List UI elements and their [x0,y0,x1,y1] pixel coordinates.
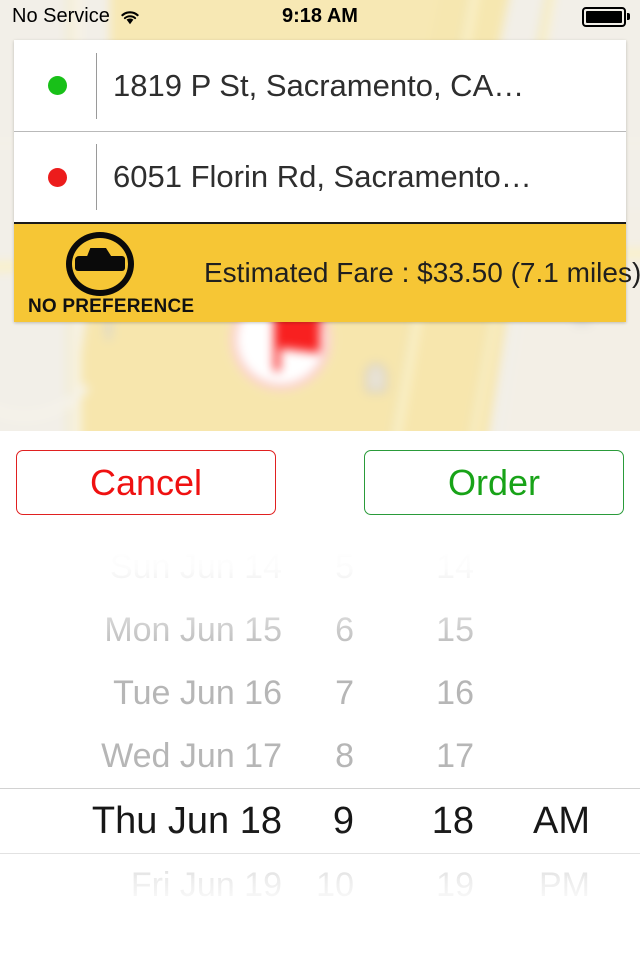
battery-full-icon [582,6,630,27]
red-dot-icon [48,167,67,187]
picker-row[interactable]: Sun Jun 14 5 14 [0,544,640,599]
picker-rows[interactable]: Sun Jun 14 5 14 Mon Jun 15 6 15 Tue Jun 16 7 16 W… [0,544,640,960]
picker-date-value: Sun Jun 14 [109,548,282,586]
cancel-button[interactable]: Cancel [16,450,276,515]
clock-label: 9:18 AM [282,5,358,27]
picker-date-value: Mon Jun 15 [104,611,282,649]
picker-minute-value: 19 [436,866,474,904]
picker-date-value: Thu Jun 18 [91,799,282,842]
picker-date-value: Tue Jun 16 [113,674,282,712]
picker-row[interactable]: Wed Jun 17 8 17 [0,725,640,788]
picker-hour-value: 8 [335,737,354,775]
picker-hour-value: 5 [335,548,354,586]
picker-minute-value: 14 [436,548,474,586]
picker-hour-value: 9 [332,799,354,842]
datetime-picker[interactable]: Sun Jun 14 5 14 Mon Jun 15 6 15 Tue Jun 16 7 16 W… [0,544,640,960]
picker-ampm-value: AM [533,799,590,842]
picker-minute-value: 20 [436,929,474,960]
order-button[interactable]: Order [364,450,624,515]
picker-row[interactable]: Sat Jun 20 11 20 [0,917,640,960]
pickup-address-label: 1819 P St, Sacramento, CA… [113,67,525,103]
picker-hour-value: 11 [318,929,354,960]
picker-hour-value: 10 [316,866,354,904]
green-dot-icon [48,76,67,95]
map-poi-pin [365,363,387,393]
picker-row[interactable]: Fri Jun 19 10 19 PM [0,854,640,917]
battery-fill [586,10,622,23]
picker-minute-value: 16 [436,674,474,712]
picker-date-value: Wed Jun 17 [101,737,282,775]
row-divider [96,144,97,210]
picker-hour-value: 6 [335,611,354,649]
picker-minute-value: 18 [431,799,474,842]
action-button-bar: Cancel Order [0,431,640,544]
picker-ampm-value: PM [539,866,590,904]
dropoff-address-row[interactable]: 6051 Florin Rd, Sacramento… [14,131,626,222]
status-bar: No Service 9:18 AM [0,0,640,33]
picker-hour-value: 7 [335,674,354,712]
picker-minute-value: 17 [436,737,474,775]
picker-date-value: Fri Jun 19 [130,866,282,904]
picker-row[interactable]: Tue Jun 16 7 16 [0,662,640,725]
car-in-circle-icon [66,232,134,296]
picker-minute-value: 15 [436,611,474,649]
row-divider [96,52,97,119]
car-icon-body [75,256,125,271]
battery-body [582,6,626,27]
dropoff-address-label: 6051 Florin Rd, Sacramento… [113,159,532,194]
estimated-fare-label: Estimated Fare : $33.50 (7.1 miles) [204,257,640,288]
picker-row-selected[interactable]: Thu Jun 18 9 18 AM [0,788,640,854]
pickup-address-row[interactable]: 1819 P St, Sacramento, CA… [14,40,626,131]
fare-estimate-bar[interactable]: NO PREFERENCE Estimated Fare : $33.50 (7… [14,222,640,322]
vehicle-preference-label: NO PREFERENCE [28,296,195,317]
picker-date-value: Sat Jun 20 [119,929,282,960]
picker-row[interactable]: Mon Jun 15 6 15 [0,599,640,662]
battery-cap [627,13,630,20]
order-summary-card: 1819 P St, Sacramento, CA… 6051 Florin R… [14,40,640,322]
